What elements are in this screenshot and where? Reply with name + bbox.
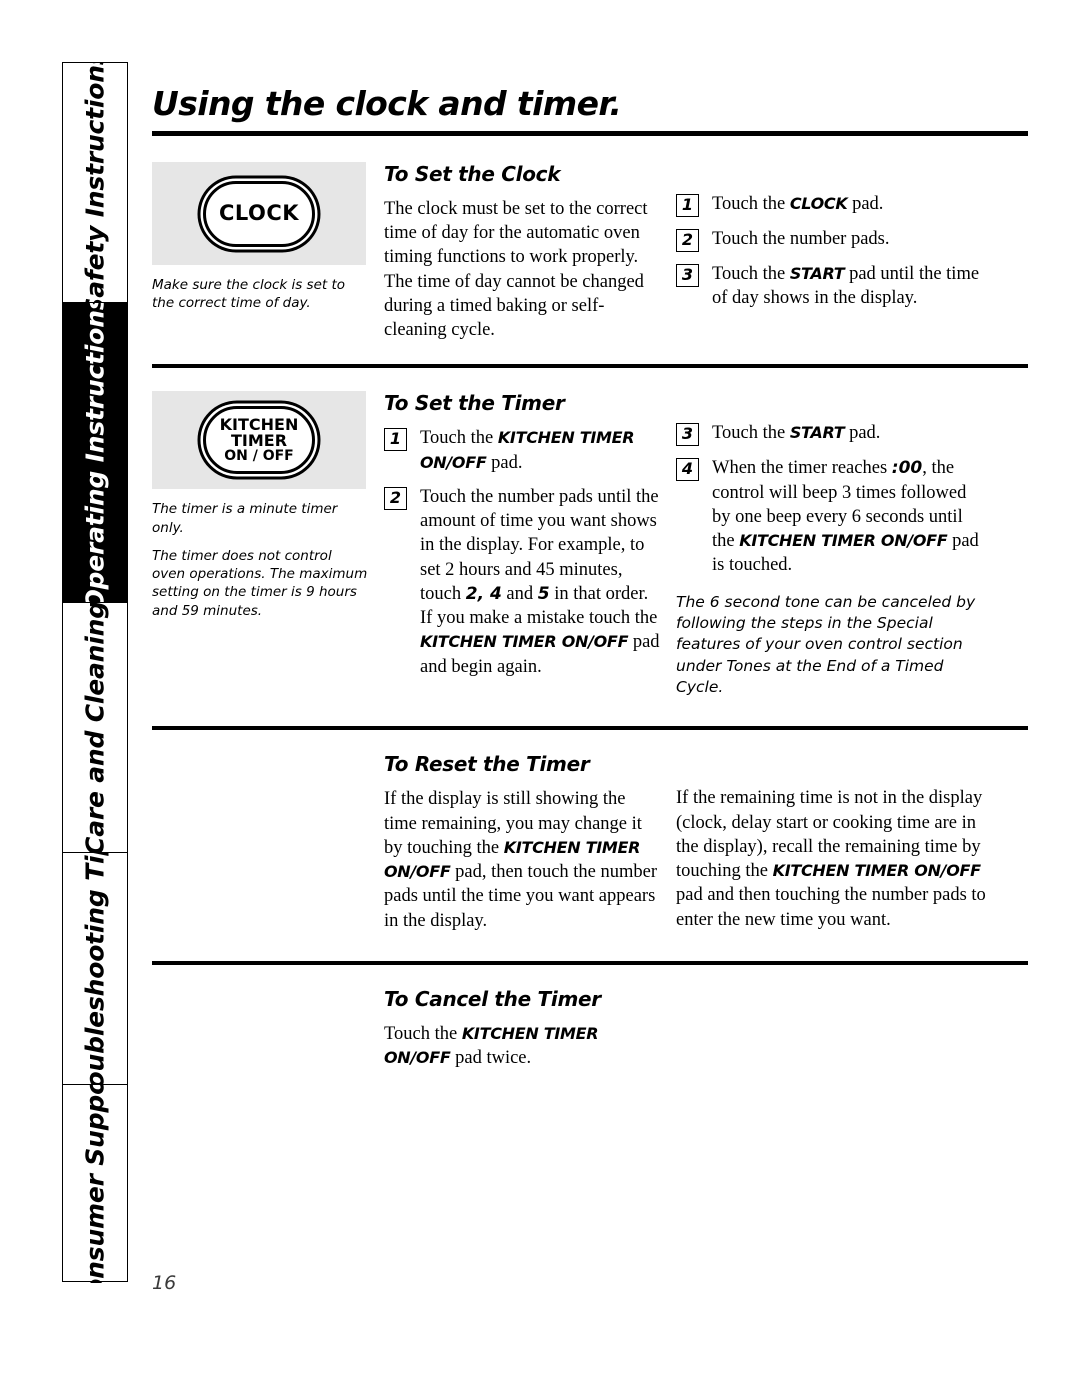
emphasis-text: CLOCK (789, 194, 848, 213)
instruction-step: 1 Touch the CLOCK pad. (676, 192, 988, 217)
set-timer-steps-left-column: To Set the Timer 1 Touch the KITCHEN TIME… (384, 391, 676, 698)
step-number-badge: 1 (676, 194, 699, 217)
cancel-timer-text: Touch the KITCHEN TIMER ON/OFF pad twice… (384, 1023, 599, 1069)
section-cancel-the-timer: To Cancel the Timer Touch the KITCHEN TI… (152, 965, 1028, 1070)
cancel-timer-column: To Cancel the Timer Touch the KITCHEN TI… (384, 987, 676, 1070)
timer-figure: KITCHEN TIMER ON / OFF The timer is a mi… (152, 391, 384, 698)
kitchen-timer-pad-graphic[interactable]: KITCHEN TIMER ON / OFF (203, 406, 315, 475)
step-text: Touch the number pads. (712, 229, 890, 249)
heading-set-the-clock: To Set the Clock (384, 162, 561, 186)
timer-figure-caption: The timer is a minute timer only. The ti… (152, 500, 368, 619)
step-number-badge: 3 (676, 264, 699, 287)
page-number: 16 (152, 1272, 177, 1294)
cancel-timer-spacer (152, 987, 384, 1070)
emphasis-text: KITCHEN TIMER ON/OFF (384, 1023, 599, 1068)
sidebar-tab-care-and-cleaning[interactable]: Care and Cleaning (63, 603, 127, 853)
sidebar-tab-label: Troubleshooting Tips (80, 853, 110, 1085)
clock-figure-box: CLOCK (152, 162, 366, 265)
step-text: Touch the START pad. (712, 423, 881, 444)
set-clock-paragraph-text: The clock must be set to the correct tim… (384, 199, 648, 341)
timer-caption-text-2: The timer does not control oven operatio… (152, 547, 368, 619)
sidebar-tabs: Safety Instructions Operating Instruction… (62, 62, 128, 1283)
heading-reset-the-timer: To Reset the Timer (384, 752, 590, 777)
sidebar-tab-label: Consumer Support (80, 1085, 110, 1283)
emphasis-text: KITCHEN TIMER ON/OFF (384, 837, 641, 882)
step-number-badge: 1 (384, 428, 407, 452)
set-clock-paragraph: The clock must be set to the correct tim… (384, 197, 660, 342)
reset-timer-right-column: If the remaining time is not in the disp… (676, 752, 988, 932)
emphasis-text: :00 (891, 458, 923, 479)
step-text: When the timer reaches :00, the control … (712, 458, 979, 576)
timer-caption-text-1: The timer is a minute timer only. (152, 501, 338, 536)
set-clock-steps: 1 Touch the CLOCK pad. 2 Touch the number p… (676, 192, 988, 310)
sidebar-tab-operating-instructions[interactable]: Operating Instructions (63, 303, 127, 603)
reset-timer-left-text: If the display is still showing the time… (384, 789, 658, 931)
emphasis-text: 2, 4 (465, 583, 502, 604)
reset-timer-left-column: To Reset the Timer If the display is sti… (384, 752, 676, 932)
page-title: Using the clock and timer. (152, 84, 622, 123)
set-timer-steps-right-column: 3 Touch the START pad. 4 When the timer rea… (676, 391, 988, 698)
sidebar-tab-safety-instructions[interactable]: Safety Instructions (63, 63, 127, 303)
heading-set-the-timer: To Set the Timer (384, 391, 565, 416)
section-set-the-timer: KITCHEN TIMER ON / OFF The timer is a mi… (152, 368, 1028, 698)
step-text: Touch the START pad until the time of da… (712, 264, 980, 309)
instruction-step: 2 Touch the number pads. (676, 227, 988, 252)
set-timer-steps-right: 3 Touch the START pad. 4 When the timer rea… (676, 421, 988, 577)
sidebar-tab-label: Care and Cleaning (80, 603, 110, 853)
section-reset-the-timer: To Reset the Timer If the display is sti… (152, 730, 1028, 932)
set-timer-steps-left: 1 Touch the KITCHEN TIMER ON/OFF pad. 2 Tou… (384, 426, 660, 678)
emphasis-text: START (789, 423, 845, 443)
step-number-badge: 2 (384, 486, 407, 510)
reset-timer-right-text: If the remaining time is not in the disp… (676, 788, 986, 930)
timer-figure-box: KITCHEN TIMER ON / OFF (152, 391, 366, 490)
kitchen-timer-pad-line2: TIMER (230, 431, 288, 451)
cancel-timer-right-spacer (676, 987, 988, 1070)
sidebar-tab-consumer-support[interactable]: Consumer Support (63, 1085, 127, 1283)
step-text: Touch the CLOCK pad. (712, 194, 884, 214)
step-number-badge: 2 (676, 229, 699, 252)
sidebar-tab-label: Safety Instructions (80, 63, 110, 303)
instruction-step: 1 Touch the KITCHEN TIMER ON/OFF pad. (384, 426, 660, 474)
step-number-badge: 3 (676, 423, 699, 447)
step-text: Touch the KITCHEN TIMER ON/OFF pad. (420, 428, 635, 473)
emphasis-text: 5 (537, 583, 550, 604)
instruction-step: 3 Touch the START pad until the time of d… (676, 262, 988, 310)
emphasis-text: KITCHEN TIMER ON/OFF (420, 632, 629, 652)
sidebar-tab-label: Operating Instructions (80, 303, 110, 603)
section-set-the-clock: CLOCK Make sure the clock is set to the … (152, 136, 1028, 342)
clock-figure: CLOCK Make sure the clock is set to the … (152, 162, 384, 342)
instruction-step: 4 When the timer reaches :00, the control… (676, 456, 988, 577)
clock-figure-caption: Make sure the clock is set to the correc… (152, 276, 368, 312)
set-clock-steps-column: 1 Touch the CLOCK pad. 2 Touch the number p… (676, 162, 988, 342)
emphasis-text: START (789, 264, 845, 283)
kitchen-timer-pad-line3: ON / OFF (224, 448, 294, 465)
clock-caption-text: Make sure the clock is set to the correc… (152, 277, 346, 312)
clock-pad-label: CLOCK (218, 201, 300, 225)
instruction-step: 3 Touch the START pad. (676, 421, 988, 447)
set-timer-note: The 6 second tone can be canceled by fol… (676, 592, 976, 697)
reset-timer-spacer (152, 752, 384, 932)
step-text: Touch the number pads until the amount o… (420, 486, 660, 677)
set-clock-body-column: To Set the Clock The clock must be set t… (384, 162, 676, 342)
sidebar-tab-troubleshooting-tips[interactable]: Troubleshooting Tips (63, 853, 127, 1085)
emphasis-text: KITCHEN TIMER ON/OFF (772, 861, 982, 881)
clock-pad-graphic[interactable]: CLOCK (203, 180, 315, 247)
page-content: Using the clock and timer. CLOCK Make su… (152, 62, 1028, 1070)
emphasis-text: KITCHEN TIMER ON/OFF (420, 428, 635, 472)
emphasis-text: KITCHEN TIMER ON/OFF (739, 531, 948, 551)
step-number-badge: 4 (676, 458, 699, 482)
instruction-step: 2 Touch the number pads until the amount … (384, 485, 660, 679)
heading-cancel-the-timer: To Cancel the Timer (384, 986, 601, 1011)
